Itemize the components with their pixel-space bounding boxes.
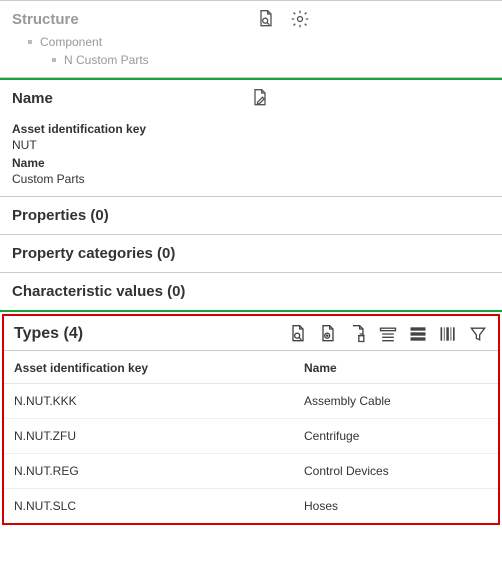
cell-key: N.NUT.REG xyxy=(14,464,304,478)
types-table-header: Asset identification key Name xyxy=(4,351,498,384)
doc-search-icon[interactable] xyxy=(288,324,308,344)
barcode-icon[interactable] xyxy=(438,324,458,344)
name-title: Name xyxy=(12,90,53,107)
types-panel: Types (4) xyxy=(2,314,500,525)
field-value-aik: NUT xyxy=(12,138,490,152)
doc-search-icon[interactable] xyxy=(256,9,276,29)
structure-header: Structure xyxy=(0,1,502,35)
doc-edit-icon[interactable] xyxy=(250,88,270,108)
characteristic-values-title: Characteristic values (0) xyxy=(12,283,185,300)
name-toolbar xyxy=(250,88,490,108)
field-label-aik: Asset identification key xyxy=(12,122,490,136)
field-value-name: Custom Parts xyxy=(12,172,490,186)
tree-item-component[interactable]: Component xyxy=(12,35,490,49)
cell-key: N.NUT.SLC xyxy=(14,499,304,513)
list-icon[interactable] xyxy=(408,324,428,344)
cell-name: Assembly Cable xyxy=(304,394,488,408)
types-table-body: N.NUT.KKK Assembly Cable N.NUT.ZFU Centr… xyxy=(4,384,498,523)
view-icon[interactable] xyxy=(378,324,398,344)
table-row[interactable]: N.NUT.KKK Assembly Cable xyxy=(4,384,498,419)
structure-panel: Structure Component N Custom Parts xyxy=(0,0,502,78)
cell-name: Centrifuge xyxy=(304,429,488,443)
bullet-icon xyxy=(52,58,56,62)
name-body: Asset identification key NUT Name Custom… xyxy=(0,114,502,196)
characteristic-values-section[interactable]: Characteristic values (0) xyxy=(0,273,502,310)
doc-add-icon[interactable] xyxy=(318,324,338,344)
properties-section[interactable]: Properties (0) xyxy=(0,197,502,235)
cell-name: Control Devices xyxy=(304,464,488,478)
tree-label: Component xyxy=(40,35,102,49)
types-toolbar xyxy=(288,324,488,344)
bullet-icon xyxy=(28,40,32,44)
col-header-name[interactable]: Name xyxy=(304,361,488,375)
filter-icon[interactable] xyxy=(468,324,488,344)
structure-title: Structure xyxy=(12,11,79,28)
name-panel: Name Asset identification key NUT Name C… xyxy=(0,78,502,197)
types-divider xyxy=(0,310,502,312)
structure-tree: Component N Custom Parts xyxy=(0,35,502,77)
properties-title: Properties (0) xyxy=(12,207,109,224)
doc-delete-icon[interactable] xyxy=(348,324,368,344)
cell-key: N.NUT.KKK xyxy=(14,394,304,408)
cell-name: Hoses xyxy=(304,499,488,513)
col-header-key[interactable]: Asset identification key xyxy=(14,361,304,375)
tree-item-custom-parts[interactable]: N Custom Parts xyxy=(12,53,490,67)
table-row[interactable]: N.NUT.REG Control Devices xyxy=(4,454,498,489)
types-title: Types (4) xyxy=(14,325,83,343)
field-label-name: Name xyxy=(12,156,490,170)
table-row[interactable]: N.NUT.SLC Hoses xyxy=(4,489,498,523)
name-header: Name xyxy=(0,80,502,114)
types-header: Types (4) xyxy=(4,316,498,351)
tree-label: N Custom Parts xyxy=(64,53,149,67)
gear-icon[interactable] xyxy=(290,9,310,29)
property-categories-title: Property categories (0) xyxy=(12,245,175,262)
table-row[interactable]: N.NUT.ZFU Centrifuge xyxy=(4,419,498,454)
property-categories-section[interactable]: Property categories (0) xyxy=(0,235,502,273)
structure-toolbar xyxy=(256,9,490,29)
cell-key: N.NUT.ZFU xyxy=(14,429,304,443)
